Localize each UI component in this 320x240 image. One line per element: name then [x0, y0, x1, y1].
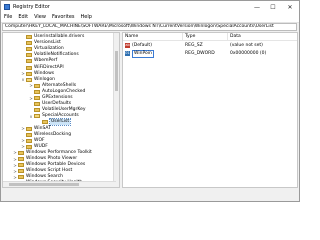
registry-editor-icon — [4, 4, 10, 10]
values-header-row: Name Type Data — [123, 33, 297, 41]
chevron-right-icon[interactable]: > — [21, 138, 25, 143]
value-type: REG_DWORD — [185, 51, 215, 56]
tree-item-label: UserList — [48, 118, 72, 127]
value-data: (value not set) — [230, 43, 263, 48]
folder-icon — [26, 65, 32, 70]
folder-icon — [26, 47, 32, 52]
chevron-right-icon[interactable]: > — [13, 150, 17, 155]
folder-icon — [26, 71, 32, 76]
tree-item-label: WbemPerf — [34, 58, 58, 64]
chevron-right-icon[interactable]: > — [13, 157, 17, 162]
folder-icon — [34, 96, 40, 100]
chevron-right-icon[interactable]: > — [21, 71, 25, 76]
folder-icon — [26, 35, 32, 39]
value-data: 0x00000000 (0) — [230, 51, 267, 56]
tree-item[interactable]: > AlternateShells — [29, 83, 76, 89]
registry-values-list: Name Type Data ab (Default) REG_SZ (value n… — [122, 32, 298, 188]
menu-favorites[interactable]: Favorites — [49, 13, 78, 22]
tree-vertical-scrollbar[interactable] — [113, 33, 119, 187]
folder-icon — [18, 157, 24, 161]
folder-icon — [18, 150, 24, 155]
value-name: (Default) — [132, 43, 152, 48]
tree-item-label: WUDF — [34, 143, 48, 149]
menu-help[interactable]: Help — [78, 13, 95, 22]
binary-value-icon: 01 — [125, 51, 130, 56]
tree-vertical-scroll-thumb[interactable] — [115, 51, 118, 91]
registry-editor-window: Registry Editor — ☐ ✕ File Edit View Fav… — [0, 0, 300, 202]
minimize-button[interactable]: — — [249, 1, 265, 13]
close-button[interactable]: ✕ — [282, 1, 298, 13]
menu-bar: File Edit View Favorites Help — [1, 13, 299, 23]
folder-icon — [34, 83, 40, 88]
value-row[interactable]: ab (Default) REG_SZ (value not set) — [123, 42, 297, 49]
folder-icon — [26, 59, 32, 64]
chevron-right-icon[interactable]: > — [21, 144, 25, 149]
value-row[interactable]: 01 WinPoin REG_DWORD 0x00000000 (0) — [123, 50, 297, 58]
folder-icon — [34, 102, 40, 107]
value-type: REG_SZ — [185, 43, 203, 48]
tree-item-label: WOF — [34, 137, 45, 143]
column-header-type[interactable]: Type — [183, 33, 228, 40]
folder-icon — [26, 41, 32, 46]
column-header-data[interactable]: Data — [228, 33, 297, 40]
folder-icon — [26, 138, 32, 143]
tree-item[interactable]: UserList — [37, 118, 72, 127]
tree-item[interactable]: WirelessDocking — [21, 132, 71, 138]
tree-item-label: WiFiDirectAPI — [34, 64, 64, 70]
tree-item-label: AutoLogonChecked — [42, 88, 86, 94]
tree-item[interactable]: > WinSAT — [21, 126, 51, 132]
tree-item-label: AlternateShells — [42, 82, 77, 88]
tree-item[interactable]: > WOF — [21, 137, 45, 144]
folder-icon — [42, 120, 48, 125]
folder-open-icon — [26, 77, 32, 82]
folder-icon — [34, 89, 40, 94]
address-bar[interactable]: Computer\HKEY_LOCAL_MACHINE\SOFTWARE\Mic… — [2, 23, 297, 31]
tree-horizontal-scrollbar[interactable] — [3, 181, 116, 187]
tree-item-label: Winlogon — [34, 76, 55, 82]
chevron-right-icon[interactable]: > — [13, 175, 17, 180]
tree-item-label: WinSAT — [34, 125, 51, 131]
menu-file[interactable]: File — [1, 13, 15, 22]
window-title: Registry Editor — [13, 4, 50, 10]
chevron-right-icon[interactable]: > — [21, 126, 25, 131]
folder-icon — [18, 175, 24, 180]
title-bar: Registry Editor — ☐ ✕ — [1, 1, 299, 13]
chevron-right-icon[interactable]: > — [29, 96, 33, 101]
status-bar — [1, 189, 299, 201]
maximize-button[interactable]: ☐ — [265, 1, 281, 13]
folder-icon — [26, 126, 32, 131]
tree-item-label: Windows — [34, 70, 55, 76]
menu-view[interactable]: View — [31, 13, 49, 22]
tree-item[interactable]: > Windows — [21, 71, 54, 77]
tree-item[interactable]: WbemPerf — [21, 58, 57, 64]
tree-item[interactable]: > Windows Performance Toolkit — [13, 150, 92, 156]
string-value-icon: ab — [125, 43, 130, 48]
chevron-right-icon[interactable]: > — [13, 163, 17, 168]
chevron-right-icon[interactable]: > — [29, 83, 33, 88]
value-name-edit-field[interactable]: WinPoin — [132, 50, 154, 58]
chevron-down-icon[interactable]: v — [29, 114, 33, 119]
chevron-right-icon[interactable]: > — [13, 169, 17, 174]
folder-icon — [26, 132, 32, 137]
tree-item[interactable]: v Winlogon — [21, 77, 55, 83]
registry-key-tree[interactable]: Userinstallable.drivers VersionsList Virtu… — [2, 32, 120, 188]
tree-item[interactable]: > WUDF — [21, 143, 48, 150]
folder-open-icon — [34, 114, 40, 119]
tree-item-label: Windows Performance Toolkit — [26, 149, 92, 155]
folder-icon — [26, 53, 32, 58]
tree-horizontal-scroll-thumb[interactable] — [9, 183, 79, 186]
menu-edit[interactable]: Edit — [15, 13, 31, 22]
folder-icon — [18, 169, 24, 174]
column-header-name[interactable]: Name — [123, 33, 183, 40]
tree-item-label: WirelessDocking — [34, 131, 72, 137]
tree-item[interactable]: WiFiDirectAPI — [21, 65, 64, 71]
folder-icon — [34, 108, 40, 113]
folder-icon — [26, 144, 32, 149]
tree-item[interactable]: AutoLogonChecked — [29, 89, 85, 95]
chevron-down-icon[interactable]: v — [21, 77, 25, 82]
folder-icon — [18, 163, 24, 168]
